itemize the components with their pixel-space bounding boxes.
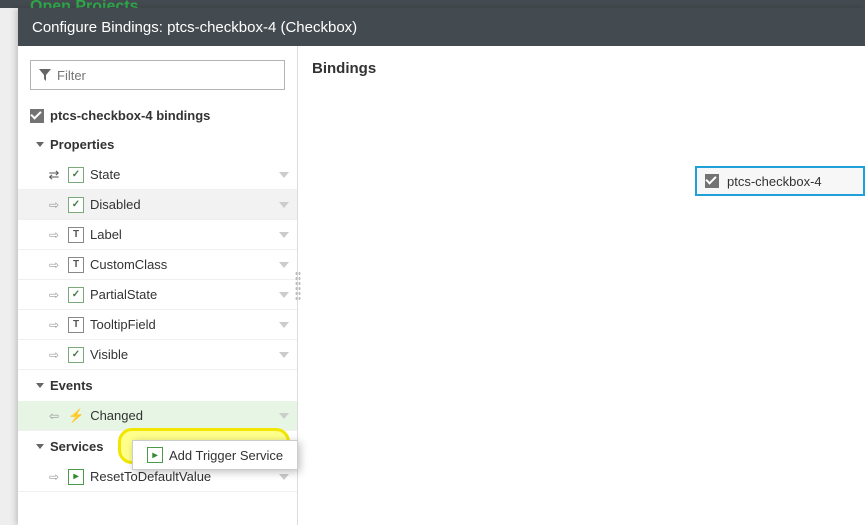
arrow-right-icon: ⇨ xyxy=(46,228,62,242)
chevron-down-icon[interactable] xyxy=(279,474,289,480)
binding-node[interactable]: ptcs-checkbox-4 xyxy=(695,166,865,196)
dialog-titlebar: Configure Bindings: ptcs-checkbox-4 (Che… xyxy=(18,8,865,46)
property-label: CustomClass xyxy=(90,257,273,272)
app-background-sidebar xyxy=(0,0,18,525)
arrow-right-icon: ⇨ xyxy=(46,198,62,212)
property-label: Label xyxy=(90,227,273,242)
boolean-icon: ✓ xyxy=(68,347,84,363)
service-icon: ▸ xyxy=(68,469,84,485)
property-label: Visible xyxy=(90,347,273,362)
filter-icon xyxy=(39,69,51,81)
property-row-tooltipfield[interactable]: ⇨ T TooltipField xyxy=(18,310,297,340)
checkbox-icon xyxy=(30,109,44,123)
property-row-partialstate[interactable]: ⇨ ✓ PartialState xyxy=(18,280,297,310)
arrow-right-icon: ⇦ xyxy=(46,409,62,423)
property-label: State xyxy=(90,167,273,182)
checkbox-icon xyxy=(705,174,719,188)
filter-input[interactable] xyxy=(57,68,276,83)
two-way-icon: ⇄ xyxy=(46,167,62,183)
menu-add-trigger-service[interactable]: ▸ Add Trigger Service xyxy=(133,441,297,469)
binding-node-label: ptcs-checkbox-4 xyxy=(727,174,822,189)
arrow-right-icon: ⇨ xyxy=(46,258,62,272)
service-label: ResetToDefaultValue xyxy=(90,469,273,484)
property-row-state[interactable]: ⇄ ✓ State xyxy=(18,160,297,190)
section-events-label: Events xyxy=(50,378,93,393)
right-panel: Bindings ptcs-checkbox-4 xyxy=(298,46,865,525)
tree-root[interactable]: ptcs-checkbox-4 bindings xyxy=(18,102,297,129)
property-row-disabled[interactable]: ⇨ ✓ Disabled xyxy=(18,190,297,220)
section-properties[interactable]: Properties xyxy=(18,129,297,160)
property-row-customclass[interactable]: ⇨ T CustomClass xyxy=(18,250,297,280)
section-events[interactable]: Events xyxy=(18,370,297,401)
string-icon: T xyxy=(68,227,84,243)
arrow-right-icon: ⇨ xyxy=(46,318,62,332)
boolean-icon: ✓ xyxy=(68,287,84,303)
boolean-icon: ✓ xyxy=(68,167,84,183)
event-label: Changed xyxy=(90,408,273,423)
section-properties-label: Properties xyxy=(50,137,114,152)
dialog-title: Configure Bindings: ptcs-checkbox-4 (Che… xyxy=(32,19,357,36)
arrow-right-icon: ⇨ xyxy=(46,348,62,362)
filter-wrap xyxy=(18,60,297,102)
bindings-heading: Bindings xyxy=(312,60,851,77)
chevron-down-icon[interactable] xyxy=(279,262,289,268)
chevron-down-icon[interactable] xyxy=(279,413,289,419)
chevron-down-icon[interactable] xyxy=(279,292,289,298)
property-label: PartialState xyxy=(90,287,273,302)
arrow-right-icon: ⇨ xyxy=(46,288,62,302)
boolean-icon: ✓ xyxy=(68,197,84,213)
service-icon: ▸ xyxy=(147,447,163,463)
property-row-visible[interactable]: ⇨ ✓ Visible xyxy=(18,340,297,370)
chevron-down-icon[interactable] xyxy=(279,352,289,358)
property-label: TooltipField xyxy=(90,317,273,332)
chevron-down-icon xyxy=(36,444,44,449)
string-icon: T xyxy=(68,257,84,273)
menu-item-label: Add Trigger Service xyxy=(169,448,283,463)
filter-box[interactable] xyxy=(30,60,285,90)
chevron-down-icon xyxy=(36,383,44,388)
bolt-icon: ⚡ xyxy=(68,408,84,424)
event-row-changed[interactable]: ⇦ ⚡ Changed xyxy=(18,401,297,431)
chevron-down-icon[interactable] xyxy=(279,232,289,238)
property-row-label[interactable]: ⇨ T Label xyxy=(18,220,297,250)
property-label: Disabled xyxy=(90,197,273,212)
chevron-down-icon[interactable] xyxy=(279,172,289,178)
tree-root-label: ptcs-checkbox-4 bindings xyxy=(50,108,210,123)
section-services-label: Services xyxy=(50,439,104,454)
string-icon: T xyxy=(68,317,84,333)
chevron-down-icon[interactable] xyxy=(279,322,289,328)
arrow-right-icon: ⇨ xyxy=(46,470,62,484)
chevron-down-icon[interactable] xyxy=(279,202,289,208)
chevron-down-icon xyxy=(36,142,44,147)
context-menu: ▸ Add Trigger Service xyxy=(132,440,298,470)
